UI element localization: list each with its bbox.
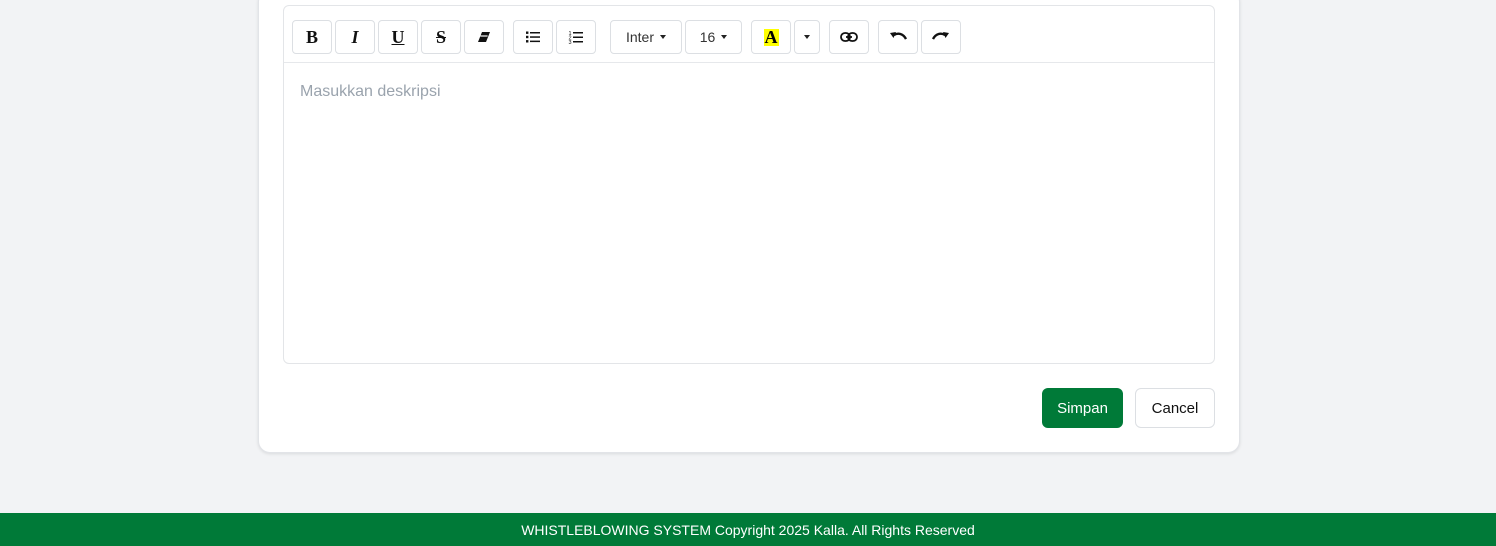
bold-button[interactable]: B [292,20,332,54]
highlight-icon: A [763,26,779,47]
unordered-list-icon [525,30,541,44]
caret-down-icon [721,35,728,39]
unordered-list-button[interactable] [513,20,553,54]
undo-button[interactable] [878,20,918,54]
highlight-color-button[interactable]: A [751,20,791,54]
editor-toolbar: B I U S 1 2 3 Inter 16 A [284,6,1214,63]
caret-down-icon [804,35,810,39]
clear-format-button[interactable] [464,20,504,54]
strikethrough-button[interactable]: S [421,20,461,54]
redo-icon [932,31,950,43]
italic-button[interactable]: I [335,20,375,54]
cancel-button[interactable]: Cancel [1135,388,1215,428]
save-button[interactable]: Simpan [1042,388,1123,428]
highlight-color-dropdown[interactable] [794,20,820,54]
underline-icon: U [391,26,405,47]
svg-text:3: 3 [569,40,572,45]
font-family-value: Inter [625,29,654,45]
font-family-dropdown[interactable]: Inter [610,20,682,54]
underline-button[interactable]: U [378,20,418,54]
link-button[interactable] [829,20,869,54]
redo-button[interactable] [921,20,961,54]
italic-icon: I [351,26,359,47]
link-icon [840,32,858,42]
bold-icon: B [305,26,318,47]
font-size-value: 16 [699,29,716,45]
footer: WHISTLEBLOWING SYSTEM Copyright 2025 Kal… [0,513,1496,546]
ordered-list-button[interactable]: 1 2 3 [556,20,596,54]
caret-down-icon [660,35,666,39]
ordered-list-icon: 1 2 3 [568,30,584,45]
font-size-dropdown[interactable]: 16 [685,20,742,54]
strikethrough-icon: S [435,26,446,47]
eraser-icon [477,31,491,43]
description-placeholder[interactable]: Masukkan deskripsi [300,83,441,101]
undo-icon [889,31,907,43]
footer-copyright: WHISTLEBLOWING SYSTEM Copyright 2025 Kal… [521,521,975,538]
rich-text-editor: B I U S 1 2 3 Inter 16 A Masukkan deskri… [283,5,1215,364]
